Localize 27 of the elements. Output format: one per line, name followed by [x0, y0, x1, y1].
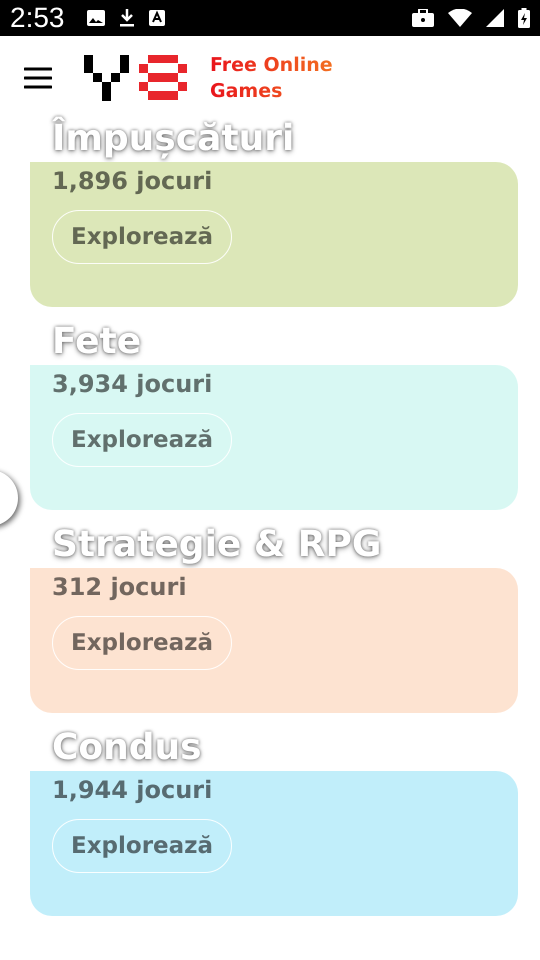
download-icon [118, 9, 134, 27]
signal-icon [486, 9, 504, 27]
game-count: 1,944 jocuri [52, 775, 212, 805]
image-icon [86, 10, 104, 26]
category-title: Condus [50, 726, 202, 770]
menu-icon [24, 67, 52, 89]
explore-button[interactable]: Explorează [52, 210, 232, 264]
explore-button[interactable]: Explorează [52, 413, 232, 467]
explore-button[interactable]: Explorează [52, 616, 232, 670]
category-card[interactable]: 1,944 jocuri Explorează [30, 771, 518, 916]
game-count: 312 jocuri [52, 572, 187, 602]
category-title: Strategie & RPG [30, 522, 382, 568]
font-icon [148, 10, 164, 26]
status-time: 2:53 [10, 2, 64, 34]
category-title: Fete [51, 320, 142, 364]
battery-icon [518, 8, 530, 28]
category-card[interactable]: 312 jocuri Explorează [30, 568, 518, 713]
explore-button[interactable]: Explorează [52, 819, 232, 873]
category-card[interactable]: 3,934 jocuri Explorează [30, 365, 518, 510]
category-title: Împușcături [30, 116, 294, 162]
briefcase-icon [412, 9, 434, 27]
game-count: 3,934 jocuri [52, 369, 212, 399]
category-card[interactable]: 1,896 jocuri Explorează [30, 162, 518, 307]
logo-icon[interactable] [84, 55, 188, 101]
wifi-icon [448, 9, 472, 27]
menu-button[interactable] [24, 67, 52, 89]
game-count: 1,896 jocuri [52, 166, 212, 196]
